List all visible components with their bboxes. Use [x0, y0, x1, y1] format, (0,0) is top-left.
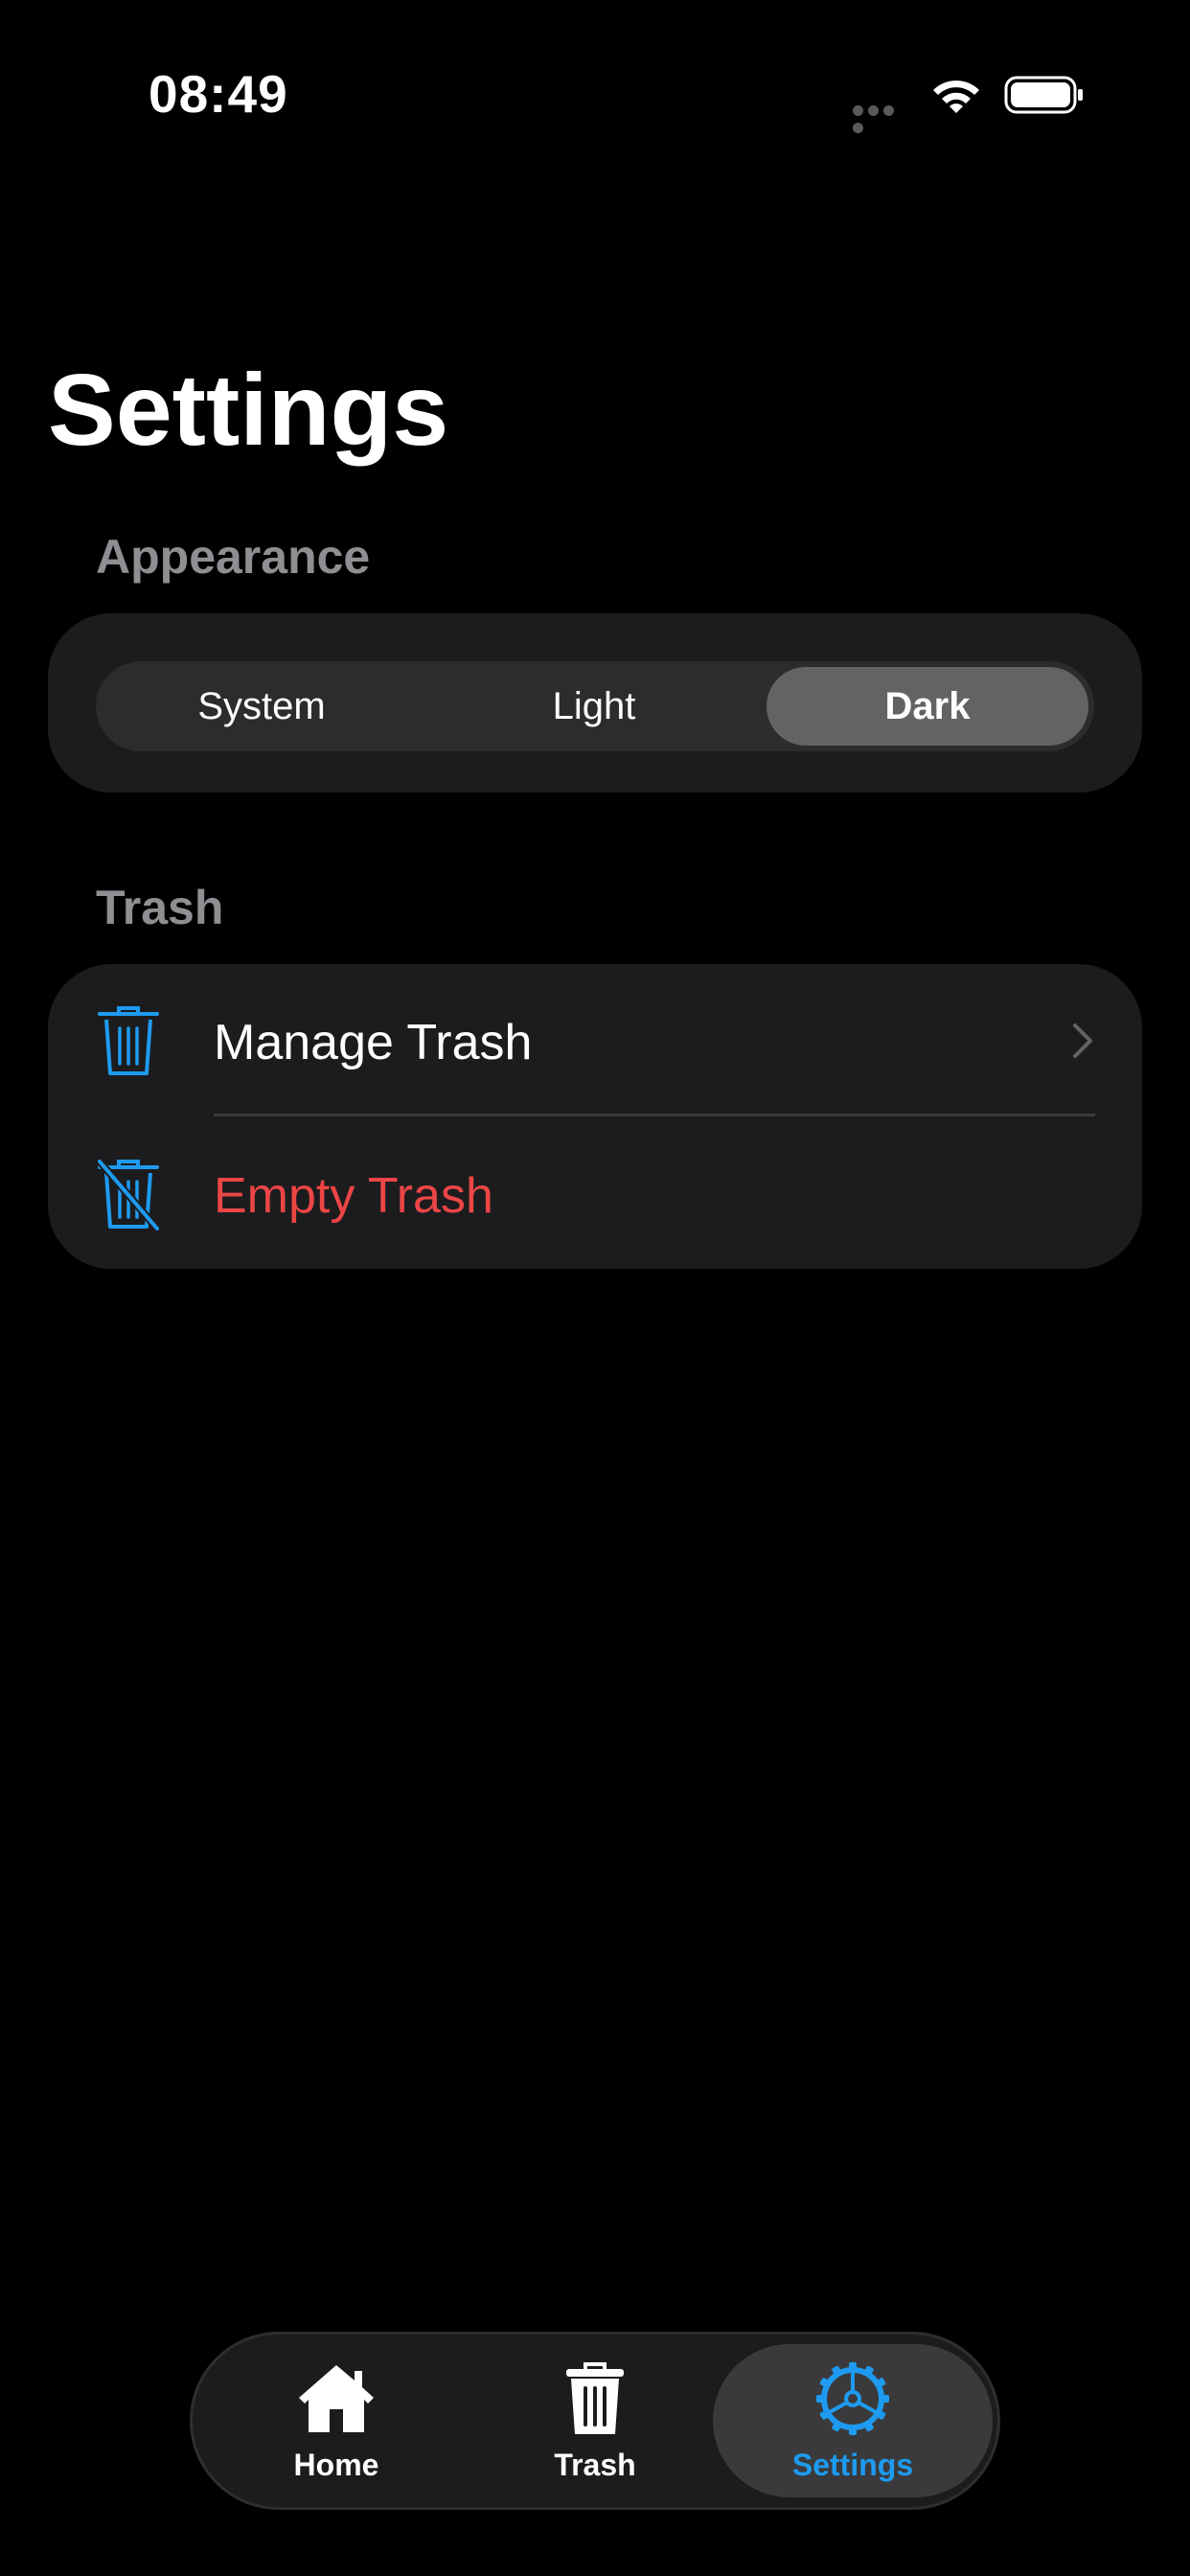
appearance-section-label: Appearance [96, 530, 371, 584]
status-bar: 08:49 [0, 0, 1190, 192]
chevron-right-icon [1073, 1024, 1092, 1058]
status-time: 08:49 [149, 64, 288, 124]
trash-slash-icon [98, 1159, 159, 1230]
tab-home[interactable]: Home [221, 2334, 451, 2507]
wifi-icon [933, 80, 979, 113]
empty-trash-row[interactable]: Empty Trash [48, 1117, 1142, 1269]
appearance-segmented-control: System Light Dark [96, 661, 1094, 751]
segment-system[interactable]: System [96, 661, 427, 751]
trash-section-label: Trash [96, 881, 224, 934]
tab-trash-label: Trash [554, 2448, 636, 2482]
gear-icon [816, 2362, 889, 2435]
tab-home-label: Home [293, 2448, 379, 2482]
tab-bar: Home Trash Settings [190, 2332, 1000, 2510]
row-divider [214, 1114, 1095, 1116]
page-title: Settings [48, 354, 449, 467]
empty-trash-label: Empty Trash [214, 1168, 493, 1224]
trash-icon [98, 1006, 159, 1075]
trash-icon [566, 2362, 624, 2434]
tab-settings-label: Settings [791, 2448, 914, 2482]
segment-dark[interactable]: Dark [767, 667, 1088, 746]
appearance-card: System Light Dark [48, 613, 1142, 793]
house-icon [299, 2365, 374, 2432]
manage-trash-label: Manage Trash [214, 1015, 533, 1070]
battery-icon [1004, 76, 1083, 114]
manage-trash-row[interactable]: Manage Trash [48, 964, 1142, 1116]
tab-trash[interactable]: Trash [480, 2334, 710, 2507]
tab-settings[interactable]: Settings [713, 2344, 993, 2497]
cellular-signal-icon [853, 104, 912, 133]
trash-card: Manage Trash Empty Trash [48, 964, 1142, 1269]
segment-light[interactable]: Light [427, 661, 761, 751]
